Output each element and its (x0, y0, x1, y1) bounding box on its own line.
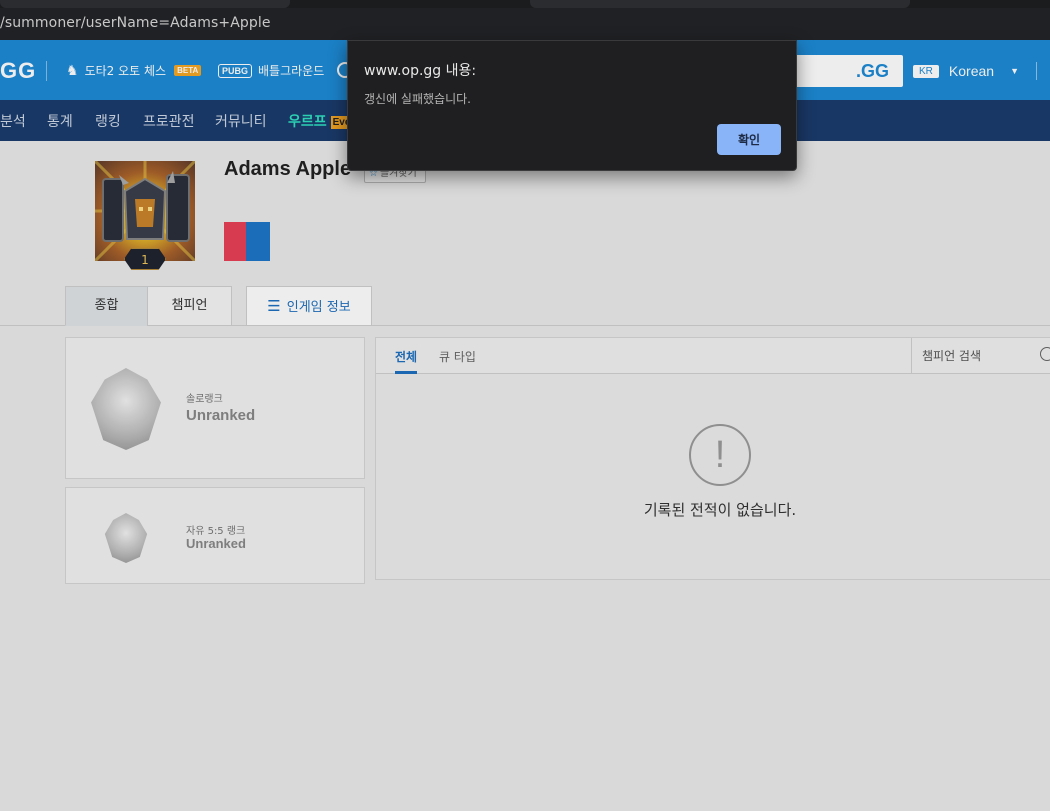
address-url[interactable]: /summoner/userName=Adams+Apple (0, 15, 271, 31)
dialog-message: 갱신에 실패했습니다. (364, 92, 471, 106)
browser-alert-dialog: www.op.gg 내용: 갱신에 실패했습니다. 확인 (347, 40, 797, 171)
dialog-title: www.op.gg 내용: (364, 63, 477, 79)
dialog-ok-button[interactable]: 확인 (717, 124, 781, 155)
address-bar[interactable]: /summoner/userName=Adams+Apple (0, 8, 1050, 40)
browser-tab[interactable] (0, 0, 290, 8)
browser-tab-strip (0, 0, 1050, 8)
browser-tab[interactable] (530, 0, 910, 8)
